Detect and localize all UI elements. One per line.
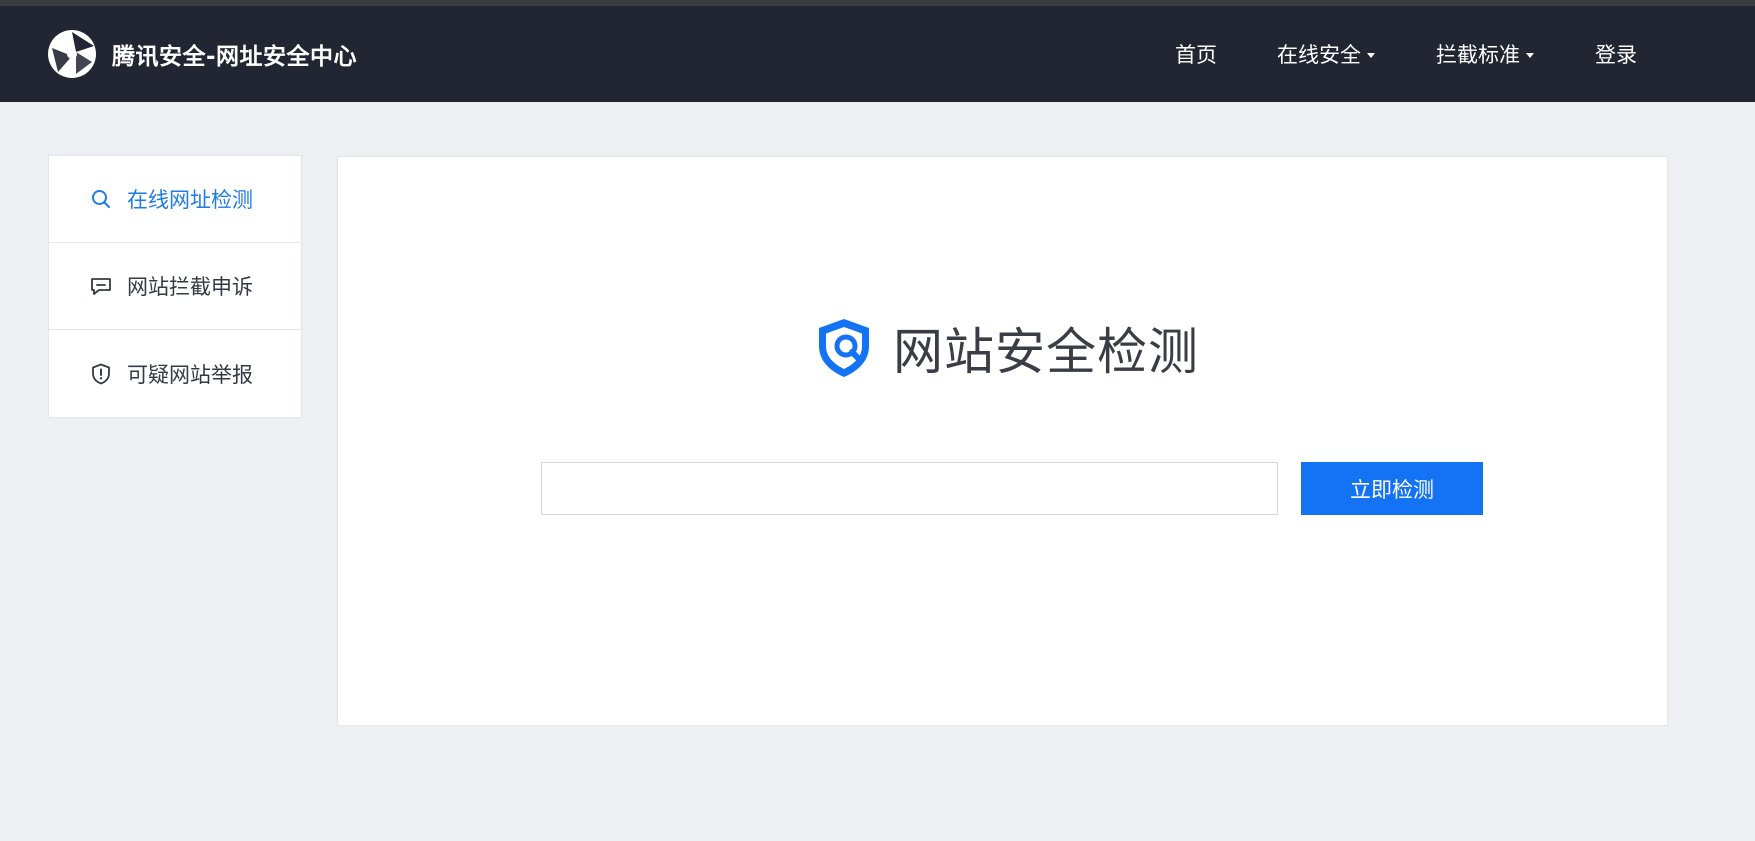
nav-online-security-label: 在线安全: [1277, 43, 1361, 67]
nav-home-label: 首页: [1175, 43, 1217, 67]
nav-login-label: 登录: [1595, 43, 1637, 67]
chat-icon: [91, 278, 111, 295]
chevron-down-icon: [1367, 52, 1375, 58]
sidebar-item-label: 可疑网站举报: [127, 362, 253, 387]
sidebar-item-url-check[interactable]: 在线网址检测: [49, 156, 301, 243]
sidebar-item-label: 网站拦截申诉: [127, 275, 253, 299]
nav-intercept-standards[interactable]: 拦截标准: [1436, 36, 1534, 72]
url-input[interactable]: [541, 462, 1278, 515]
chevron-down-icon: [1526, 52, 1534, 58]
nav-intercept-standards-label: 拦截标准: [1436, 43, 1520, 67]
tencent-security-logo-icon: [48, 30, 96, 78]
page-title: 网站安全检测: [893, 323, 1199, 381]
nav-online-security[interactable]: 在线安全: [1277, 36, 1375, 72]
check-now-button[interactable]: 立即检测: [1301, 462, 1483, 515]
hero-heading: 网站安全检测: [809, 313, 1199, 383]
sidebar-item-label: 在线网址检测: [127, 188, 253, 212]
site-title: 腾讯安全-网址安全中心: [112, 44, 358, 70]
brand[interactable]: 腾讯安全-网址安全中心: [46, 28, 357, 80]
shield-alert-icon: [92, 363, 110, 384]
sidebar-item-block-appeal[interactable]: 网站拦截申诉: [49, 243, 301, 330]
shield-search-icon: [819, 319, 869, 377]
top-navbar: 腾讯安全-网址安全中心 首页 在线安全 拦截标准 登录: [0, 0, 1755, 102]
nav-login[interactable]: 登录: [1595, 36, 1637, 72]
window-edge: [0, 0, 1755, 6]
main-panel: 网站安全检测 立即检测: [337, 156, 1668, 726]
nav-home[interactable]: 首页: [1175, 36, 1217, 72]
sidebar: 在线网址检测 网站拦截申诉 可疑网站举报: [48, 155, 302, 418]
sidebar-item-report-site[interactable]: 可疑网站举报: [49, 330, 301, 417]
search-icon: [92, 190, 110, 208]
